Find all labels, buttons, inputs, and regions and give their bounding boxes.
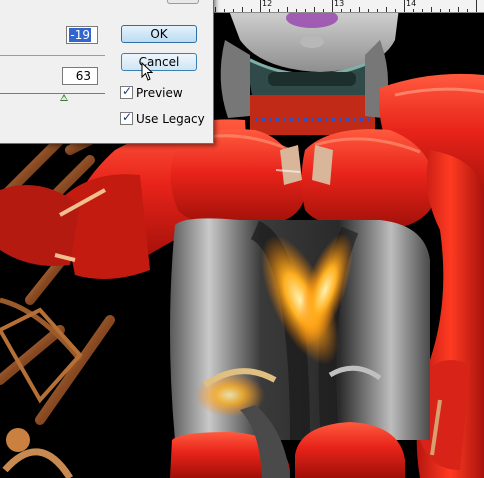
ruler-label: 13 [334,0,345,8]
checkmark-icon: ✓ [122,84,133,98]
slider-track[interactable] [0,93,105,94]
bottom-value-field[interactable]: 63 [62,67,98,85]
slider-thumb-icon[interactable] [60,94,69,101]
dialog-top-tab [167,0,199,4]
use-legacy-checkbox[interactable]: ✓ [120,110,133,125]
use-legacy-label: Use Legacy [136,112,205,126]
divider-line [0,55,105,56]
preview-checkbox[interactable]: ✓ [120,84,133,99]
top-value-field[interactable]: -19 [66,26,98,44]
cancel-button[interactable]: Cancel [121,53,197,71]
preview-label: Preview [136,86,183,100]
top-value-selection: -19 [69,28,91,42]
horizontal-ruler: 12 13 14 [212,0,484,13]
ruler-label: 12 [262,0,273,8]
ok-button[interactable]: OK [121,25,197,43]
checkmark-icon: ✓ [122,110,133,124]
adjustment-dialog: -19 63 OK Cancel ✓ Preview ✓ Use Legacy [0,0,214,144]
ruler-label: 14 [406,0,417,8]
arrow-cursor-icon [141,62,154,81]
